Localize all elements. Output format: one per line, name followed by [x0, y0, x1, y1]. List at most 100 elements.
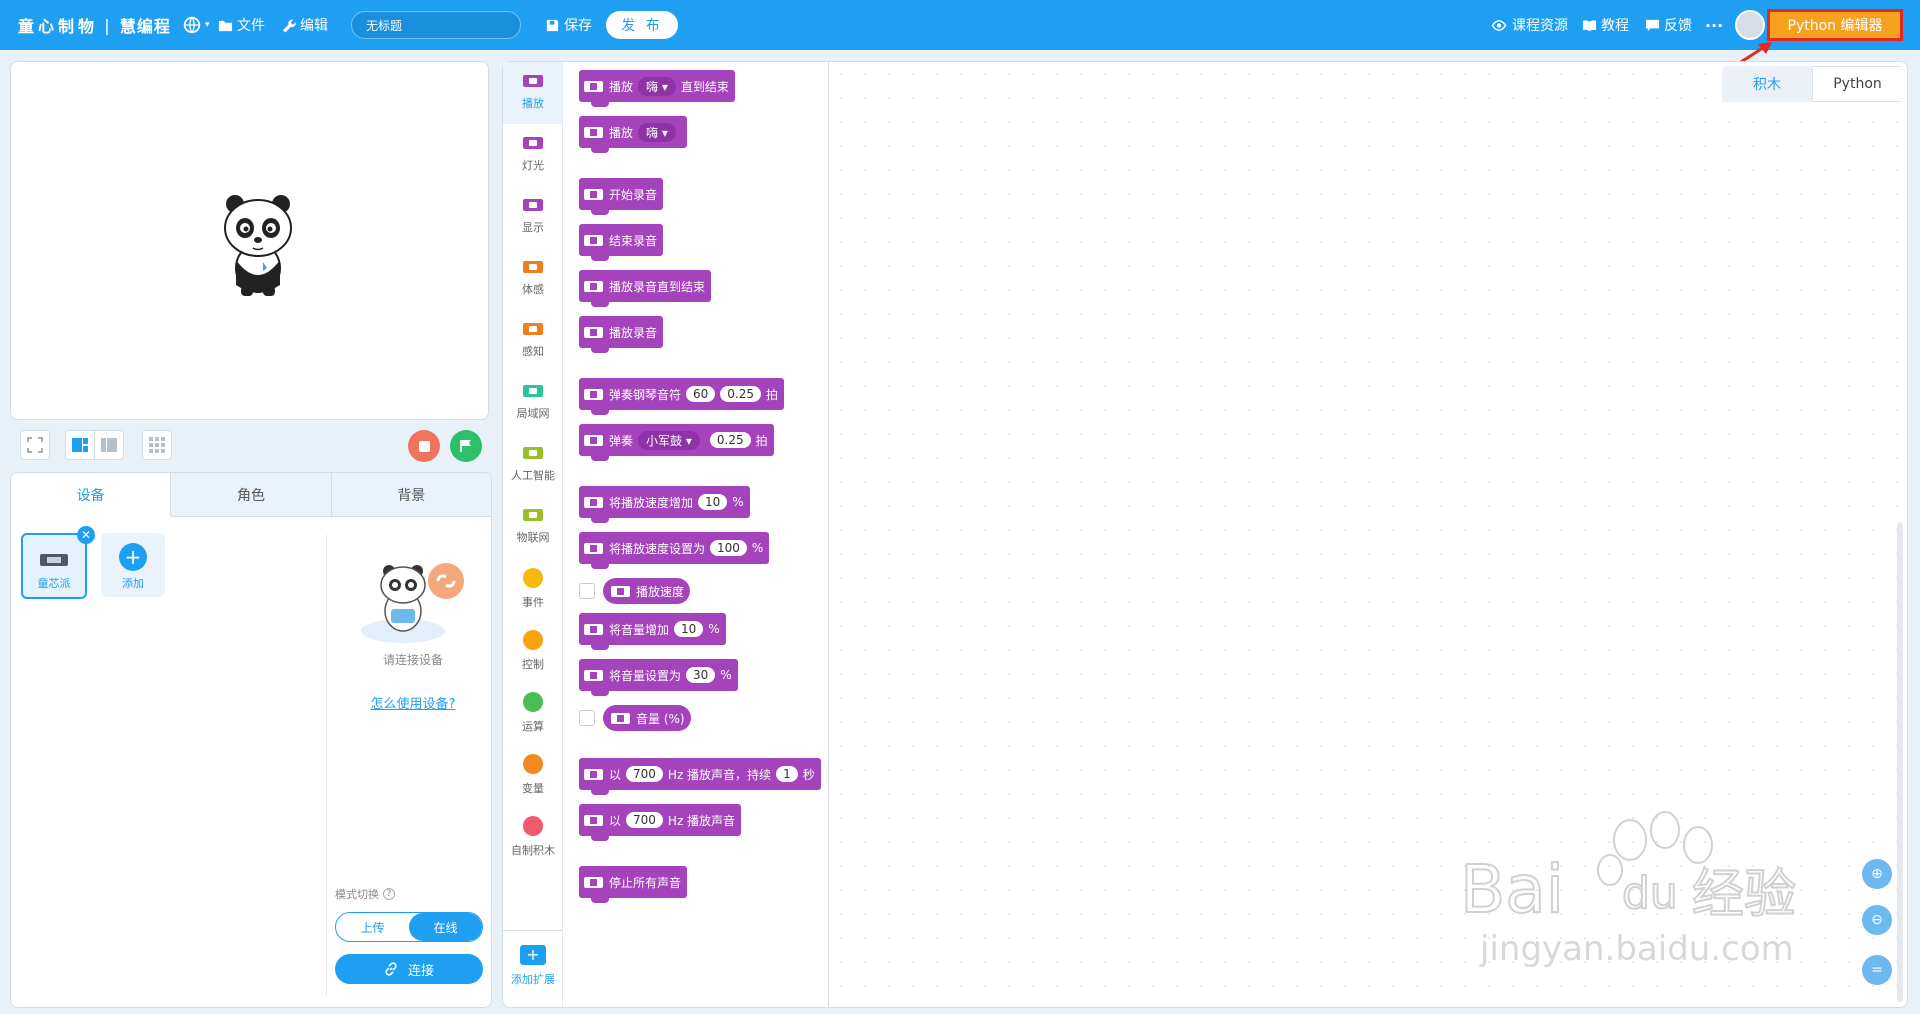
zoom-reset-icon: =	[1871, 962, 1883, 978]
tab-blocks[interactable]: 积木	[1722, 66, 1812, 102]
category-sensing[interactable]: 感知	[503, 310, 563, 372]
brand-logo[interactable]: 童心制物 | 慧编程	[18, 0, 171, 50]
sound-dropdown[interactable]: 嗨 ▾	[638, 122, 676, 142]
block-play-until-done[interactable]: 播放嗨 ▾ 直到结束	[579, 70, 735, 107]
block-set-volume[interactable]: 将音量设置为 30%	[579, 659, 738, 696]
edit-menu[interactable]: 编辑	[281, 0, 328, 50]
category-ai[interactable]: 人工智能	[503, 434, 563, 496]
feedback-link[interactable]: 反馈	[1645, 0, 1692, 50]
block-play-recording[interactable]: 播放录音	[579, 316, 664, 353]
connect-button[interactable]: 连接	[335, 954, 483, 984]
tab-backgrounds[interactable]: 背景	[331, 473, 491, 517]
category-label: 显示	[522, 221, 544, 234]
category-my-blocks[interactable]: 自制积木	[503, 806, 563, 868]
category-variables[interactable]: 变量	[503, 744, 563, 806]
product-name: 慧编程	[119, 17, 171, 36]
add-device-button[interactable]: + 添加	[101, 533, 165, 597]
seconds-input[interactable]: 1	[776, 766, 798, 782]
block-tempo-reporter[interactable]: 播放速度	[603, 578, 691, 604]
zoom-reset-button[interactable]: =	[1862, 955, 1892, 985]
project-title-input[interactable]	[351, 11, 521, 39]
block-play-piano-note[interactable]: 弹奏钢琴音符 60 0.25 拍	[579, 378, 785, 415]
save-button[interactable]: 保存	[545, 0, 592, 50]
workspace-scrollbar[interactable]	[1897, 522, 1903, 1002]
file-menu[interactable]: 文件	[218, 0, 265, 50]
feedback-label: 反馈	[1664, 18, 1692, 34]
block-stop-all-sounds[interactable]: 停止所有声音	[579, 866, 688, 903]
layout-small-icon	[101, 438, 117, 452]
how-to-use-device-link[interactable]: 怎么使用设备?	[333, 693, 491, 712]
block-text: 弹奏	[609, 433, 634, 448]
green-flag-button[interactable]	[450, 430, 482, 462]
layout-small-stage-button[interactable]	[94, 430, 124, 460]
tempo-input[interactable]: 10	[698, 494, 728, 510]
block-stop-recording[interactable]: 结束录音	[579, 224, 664, 261]
add-extension-button[interactable]: + 添加扩展	[503, 930, 563, 1000]
block-text: 播放速度	[636, 584, 685, 599]
block-volume-reporter[interactable]: 音量 (%)	[603, 705, 691, 731]
device-block-icon	[584, 188, 603, 200]
fullscreen-button[interactable]	[20, 430, 50, 460]
device-name: 童芯派	[37, 577, 71, 590]
category-operators[interactable]: 运算	[503, 682, 563, 744]
sound-dropdown[interactable]: 嗨 ▾	[638, 76, 676, 96]
tutorial-link[interactable]: 教程	[1582, 0, 1629, 50]
block-play-frequency-for-seconds[interactable]: 以 700 Hz 播放声音，持续 1 秒	[579, 758, 821, 795]
category-label: 感知	[522, 345, 544, 358]
category-lan[interactable]: 局域网	[503, 372, 563, 434]
remove-device-button[interactable]: ✕	[77, 526, 95, 544]
brand-name: 童心制物	[18, 17, 99, 36]
volume-input[interactable]: 30	[686, 667, 716, 683]
stop-icon	[418, 440, 430, 452]
beats-input[interactable]: 0.25	[709, 432, 751, 448]
python-editor-button[interactable]: Python 编辑器	[1767, 9, 1903, 41]
category-iot[interactable]: 物联网	[503, 496, 563, 558]
zoom-out-button[interactable]: ⊖	[1862, 905, 1892, 935]
drum-dropdown[interactable]: 小军鼓 ▾	[638, 430, 700, 450]
volume-input[interactable]: 10	[674, 621, 704, 637]
device-card[interactable]: 童芯派	[21, 533, 87, 599]
volume-monitor-checkbox[interactable]	[579, 710, 595, 726]
block-play-frequency[interactable]: 以 700 Hz 播放声音	[579, 804, 742, 841]
block-play-recording-until-done[interactable]: 播放录音直到结束	[579, 270, 712, 307]
category-events[interactable]: 事件	[503, 558, 563, 620]
block-play[interactable]: 播放嗨 ▾	[579, 116, 687, 153]
category-control[interactable]: 控制	[503, 620, 563, 682]
layout-large-stage-button[interactable]	[65, 430, 95, 460]
grid-icon	[149, 437, 165, 453]
help-icon[interactable]: ?	[383, 888, 395, 900]
stage-canvas[interactable]	[10, 61, 489, 420]
frequency-input[interactable]: 700	[626, 766, 663, 782]
note-input[interactable]: 60	[686, 386, 716, 402]
publish-button[interactable]: 发 布	[606, 11, 678, 39]
mode-upload-option[interactable]: 上传	[336, 913, 409, 941]
block-change-tempo[interactable]: 将播放速度增加 10%	[579, 486, 750, 523]
tempo-monitor-checkbox[interactable]	[579, 583, 595, 599]
tempo-input[interactable]: 100	[710, 540, 747, 556]
frequency-input[interactable]: 700	[626, 812, 663, 828]
category-lighting[interactable]: 灯光	[503, 124, 563, 186]
tab-python[interactable]: Python	[1812, 66, 1902, 102]
language-button[interactable]: ▾	[183, 0, 210, 50]
block-change-volume[interactable]: 将音量增加 10%	[579, 613, 726, 650]
block-set-tempo[interactable]: 将播放速度设置为 100%	[579, 532, 770, 569]
block-start-recording[interactable]: 开始录音	[579, 178, 664, 215]
category-label: 自制积木	[511, 844, 555, 857]
tab-devices[interactable]: 设备	[11, 473, 172, 517]
category-display[interactable]: 显示	[503, 186, 563, 248]
connect-label: 连接	[407, 963, 434, 979]
grid-view-button[interactable]	[142, 430, 172, 460]
beats-input[interactable]: 0.25	[720, 386, 762, 402]
panda-sprite[interactable]	[213, 190, 303, 300]
block-play-drum[interactable]: 弹奏 小军鼓 ▾ 0.25 拍	[579, 424, 774, 461]
dropdown-value: 嗨	[646, 79, 659, 94]
course-resources-link[interactable]: 课程资源	[1490, 0, 1568, 50]
stop-button[interactable]	[408, 430, 440, 462]
category-sound[interactable]: 播放	[503, 62, 563, 124]
top-bar: 童心制物 | 慧编程 ▾ 文件 编辑 保存 发 布 课程资源 教程 反馈 ···…	[0, 0, 1920, 50]
tab-sprites[interactable]: 角色	[171, 473, 332, 517]
category-motion-sensing[interactable]: 体感	[503, 248, 563, 310]
block-text: 开始录音	[609, 187, 658, 202]
zoom-in-button[interactable]: ⊕	[1862, 859, 1892, 889]
mode-online-option[interactable]: 在线	[409, 913, 482, 941]
